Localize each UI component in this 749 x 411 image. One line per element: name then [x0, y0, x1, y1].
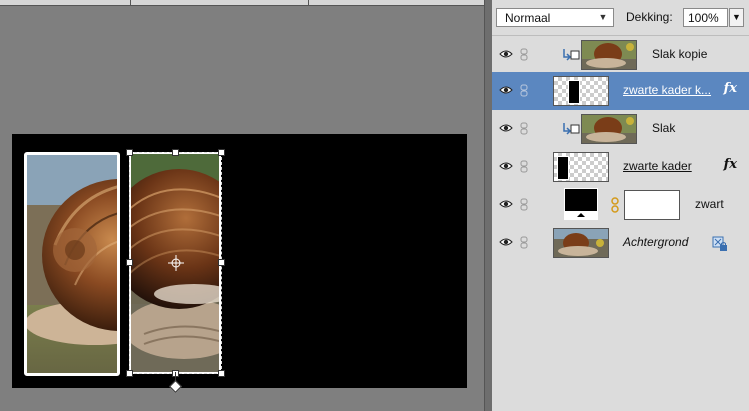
- lock-icon: [712, 236, 727, 251]
- link-icon[interactable]: [520, 236, 528, 249]
- layer-name[interactable]: zwarte kader: [623, 159, 692, 173]
- snail-frame-left[interactable]: [24, 152, 120, 376]
- ruler-tick: [308, 0, 309, 6]
- chevron-down-icon: ▼: [598, 12, 608, 22]
- transform-handle-bottom-right[interactable]: [218, 370, 225, 377]
- transform-handle-top-right[interactable]: [218, 149, 225, 156]
- layer-row-zwart[interactable]: zwart: [492, 186, 749, 224]
- layer-style-fx-icon[interactable]: fx: [724, 81, 737, 96]
- transform-handle-bottom-left[interactable]: [126, 370, 133, 377]
- transform-handle-top-left[interactable]: [126, 149, 133, 156]
- opacity-label: Dekking:: [626, 10, 673, 24]
- link-icon[interactable]: [520, 122, 528, 135]
- eye-icon[interactable]: [499, 161, 513, 171]
- blend-mode-select[interactable]: Normaal ▼: [496, 8, 614, 27]
- eye-icon[interactable]: [499, 199, 513, 209]
- layer-style-fx-icon[interactable]: fx: [724, 157, 737, 172]
- snail-image: [27, 155, 117, 373]
- link-icon[interactable]: [520, 160, 528, 173]
- link-icon[interactable]: [520, 84, 528, 97]
- canvas-ruler: [0, 0, 484, 6]
- eye-icon[interactable]: [499, 49, 513, 59]
- layer-name[interactable]: Slak kopie: [652, 47, 707, 61]
- mask-link-icon[interactable]: [610, 197, 620, 213]
- link-icon[interactable]: [520, 198, 528, 211]
- panel-divider[interactable]: [484, 0, 492, 411]
- layer-row-zwarte-kader[interactable]: zwarte kader fx: [492, 148, 749, 186]
- pivot-point-icon[interactable]: [168, 255, 184, 271]
- layer-thumbnail: [581, 114, 637, 144]
- layer-name[interactable]: Slak: [652, 121, 675, 135]
- layer-row-slak[interactable]: Slak: [492, 110, 749, 148]
- layer-row-zwarte-kader-kopie[interactable]: zwarte kader k... fx: [492, 72, 749, 110]
- layers-panel-header: Normaal ▼ Dekking: 100% ▼: [492, 0, 749, 36]
- layer-thumbnail: [553, 76, 609, 106]
- link-icon[interactable]: [520, 48, 528, 61]
- layer-thumbnail: [553, 228, 609, 258]
- canvas-area[interactable]: [0, 0, 484, 411]
- fill-layer-thumbnail[interactable]: [564, 188, 598, 220]
- transform-handle-right[interactable]: [218, 259, 225, 266]
- layers-panel: Normaal ▼ Dekking: 100% ▼ Slak kopie zwa…: [492, 0, 749, 411]
- eye-icon[interactable]: [499, 123, 513, 133]
- ruler-tick: [130, 0, 131, 6]
- opacity-dropdown-button[interactable]: ▼: [729, 8, 744, 27]
- transform-handle-top[interactable]: [172, 149, 179, 156]
- layer-thumbnail: [553, 152, 609, 182]
- layer-thumbnail: [581, 40, 637, 70]
- layer-name[interactable]: zwarte kader k...: [623, 83, 711, 97]
- layer-name[interactable]: Achtergrond: [623, 235, 688, 249]
- layer-row-slak-kopie[interactable]: Slak kopie: [492, 36, 749, 74]
- eye-icon[interactable]: [499, 237, 513, 247]
- layer-row-achtergrond[interactable]: Achtergrond: [492, 224, 749, 262]
- clipping-mask-icon: [563, 123, 580, 135]
- layer-name[interactable]: zwart: [695, 197, 724, 211]
- clipping-mask-icon: [563, 49, 580, 61]
- blend-mode-value: Normaal: [505, 11, 551, 25]
- opacity-input[interactable]: 100%: [683, 8, 728, 27]
- transform-handle-left[interactable]: [126, 259, 133, 266]
- eye-icon[interactable]: [499, 85, 513, 95]
- layer-mask-thumbnail[interactable]: [624, 190, 680, 220]
